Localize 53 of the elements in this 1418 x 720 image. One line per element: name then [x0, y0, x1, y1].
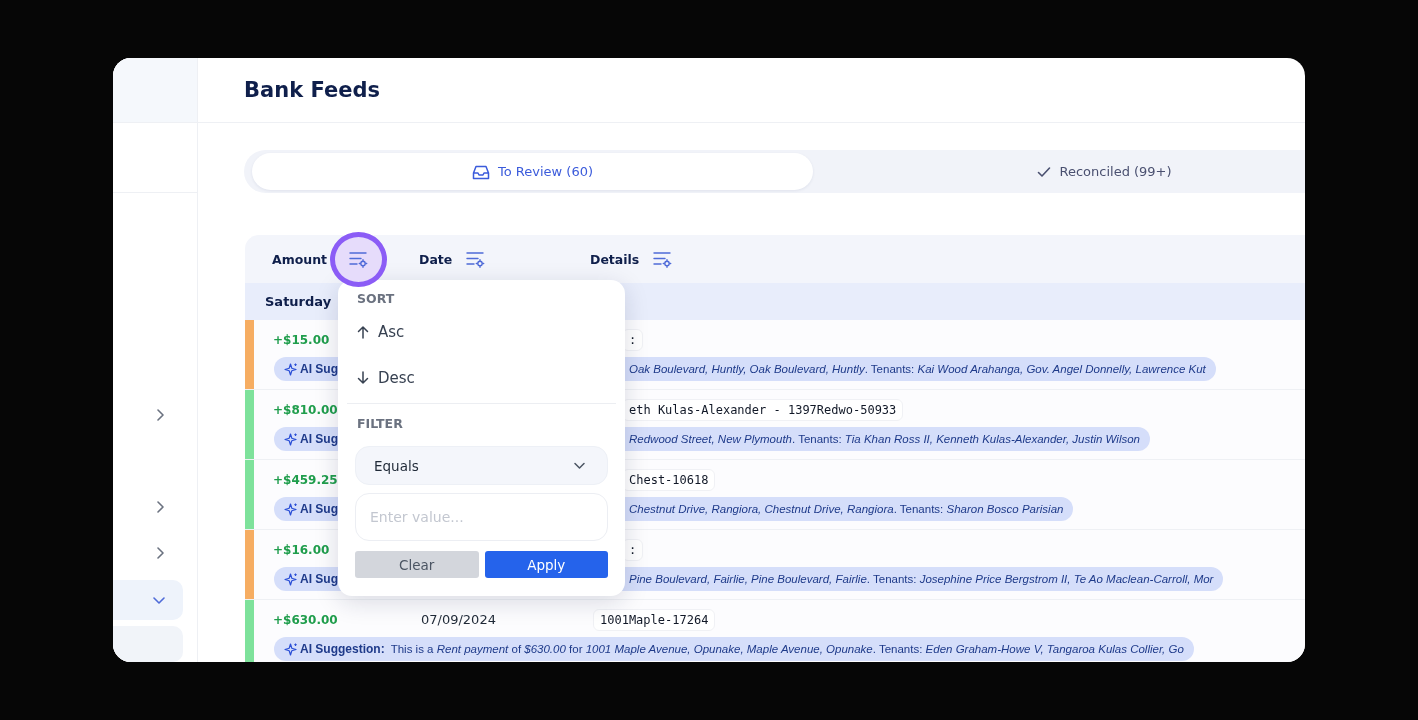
ai-suggestion-text: Oak Boulevard, Huntly, Oak Boulevard, Huntly. Tenants: Kai Wood Arahanga, Gov. Angel Donnelly, Lawrence Kut [629, 363, 1206, 375]
tab[interactable]: Reconciled (99+) [813, 153, 1305, 190]
date-group-label: Saturday [265, 294, 332, 309]
sparkle-icon [284, 432, 297, 446]
ai-suggestion-label: AI Sug [300, 572, 338, 586]
amount-text: +$459.25 [273, 473, 338, 487]
reference-chip: Chest-10618 [622, 469, 716, 491]
ai-suggestion-label: AI Sug [300, 432, 338, 446]
amount-text: +$15.00 [273, 333, 330, 347]
chevron-right-icon [156, 409, 165, 421]
chevron-right-icon [156, 547, 165, 559]
value-input-field[interactable]: Enter value... [355, 493, 608, 541]
clear-button[interactable]: Clear [355, 551, 479, 578]
chevron-right-icon [156, 501, 165, 513]
arrow-down-icon [357, 371, 369, 385]
amount-text: +$630.00 [273, 613, 338, 627]
inbox-icon [472, 163, 490, 180]
filter-settings-icon [466, 250, 486, 268]
column-header: Details [590, 251, 640, 267]
check-icon [1037, 165, 1052, 178]
transaction-row[interactable]: +$630.00 07/09/2024 1001Maple-17264 AI Suggestion: This is a Rent payment of $630.00 for 1001 Maple Avenue, Opunake, Maple Avenue, Opunake. Tenants: Eden Graham-Howe V, Tangaroa Kulas Collier, Go [245, 600, 1305, 662]
tab[interactable]: To Review (60) [252, 153, 814, 190]
arrow-up-icon [357, 325, 369, 339]
operator-dropdown[interactable]: Equals [355, 446, 608, 485]
ai-suggestion-text: Pine Boulevard, Fairlie, Pine Boulevard, Fairlie. Tenants: Josephine Price Bergstrom II, Te Ao Maclean-Carroll, Mor [629, 573, 1214, 585]
column-header: Amount [272, 251, 328, 267]
ai-suggestion-text: This is a Rent payment of $630.00 for 1001 Maple Avenue, Opunake, Maple Avenue, Opunake. Tenants: Eden Graham-Howe V, Tangaroa Kulas Collier, Go [390, 643, 1184, 655]
sidebar-subitem[interactable] [113, 626, 183, 662]
column-filter-button[interactable] [653, 250, 673, 268]
column-header: Date [419, 251, 453, 267]
ai-suggestion-text: Redwood Street, New Plymouth. Tenants: Tia Khan Ross II, Kenneth Kulas-Alexander, Justin Wilson [629, 433, 1140, 445]
filter-settings-icon [349, 250, 369, 268]
ai-suggestion-label: AI Suggestion: [300, 642, 385, 656]
column-filter-button[interactable] [466, 250, 486, 268]
date-text: 07/09/2024 [421, 612, 496, 627]
chevron-down-icon [153, 595, 165, 605]
ai-suggestion-text: Chestnut Drive, Rangiora, Chestnut Drive, Rangiora. Tenants: Sharon Bosco Parisian [629, 503, 1064, 515]
amount-text: +$810.00 [273, 403, 338, 417]
ai-suggestion-label: AI Sug [300, 502, 338, 516]
ai-suggestion-label: AI Sug [300, 362, 338, 376]
section-heading: SORT [356, 291, 396, 308]
caret-icon [574, 461, 585, 470]
page-title: Bank Feeds [244, 78, 380, 102]
amount-text: +$16.00 [273, 543, 330, 557]
sparkle-icon [284, 642, 297, 656]
section-heading: FILTER [356, 416, 404, 433]
sparkle-icon [284, 572, 297, 586]
reference-chip: eth Kulas-Alexander - 1397Redwo-50933 [622, 399, 904, 421]
reference-chip: 1001Maple-17264 [593, 609, 716, 631]
sparkle-icon [284, 362, 297, 376]
sparkle-icon [284, 502, 297, 516]
apply-button[interactable]: Apply [484, 551, 608, 578]
filter-settings-icon [653, 250, 673, 268]
